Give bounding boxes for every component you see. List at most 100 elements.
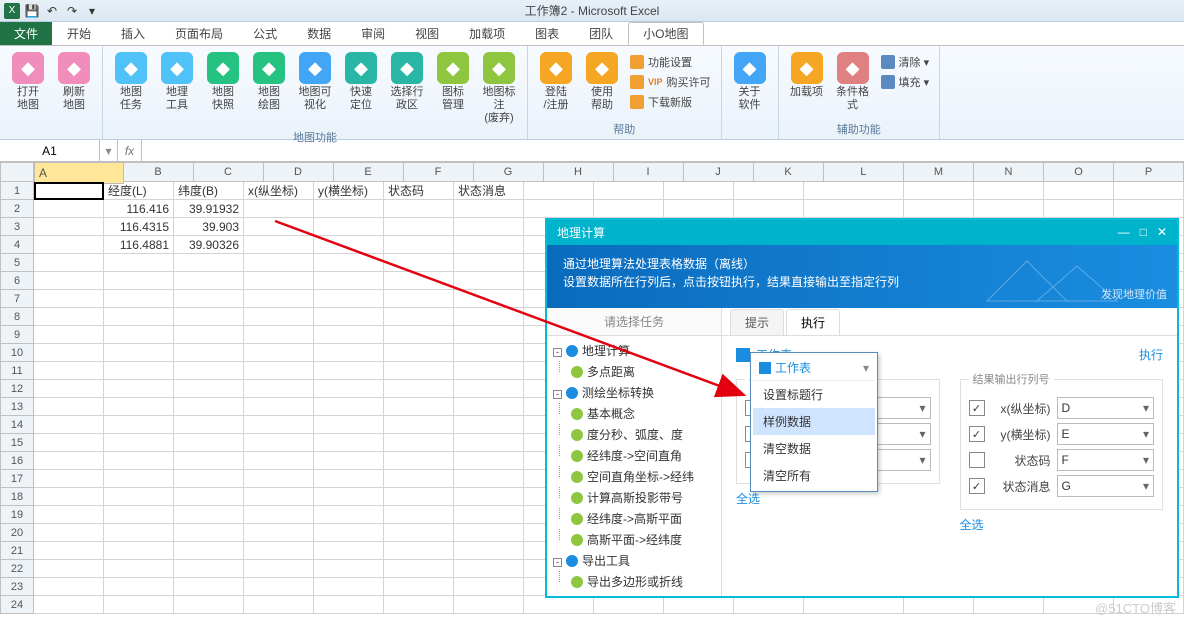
fx-icon[interactable]: fx bbox=[118, 140, 142, 161]
name-box-input[interactable] bbox=[6, 144, 93, 158]
cell[interactable] bbox=[974, 182, 1044, 200]
cell[interactable] bbox=[34, 542, 104, 560]
cell[interactable] bbox=[1114, 200, 1184, 218]
cell[interactable] bbox=[384, 416, 454, 434]
cell[interactable] bbox=[314, 596, 384, 614]
cell[interactable]: x(纵坐标) bbox=[244, 182, 314, 200]
cell[interactable] bbox=[174, 344, 244, 362]
cell[interactable] bbox=[244, 506, 314, 524]
select[interactable]: G▾ bbox=[1057, 475, 1155, 497]
ribbon-btn[interactable]: ◆登陆/注册 bbox=[534, 50, 578, 119]
cell[interactable] bbox=[804, 182, 904, 200]
cell[interactable] bbox=[34, 326, 104, 344]
cell[interactable] bbox=[104, 254, 174, 272]
cell[interactable] bbox=[454, 506, 524, 524]
file-tab[interactable]: 文件 bbox=[0, 22, 52, 45]
cell[interactable] bbox=[174, 254, 244, 272]
cell[interactable] bbox=[34, 416, 104, 434]
cell[interactable] bbox=[34, 272, 104, 290]
cell[interactable] bbox=[174, 362, 244, 380]
cell[interactable] bbox=[454, 344, 524, 362]
undo-icon[interactable]: ↶ bbox=[44, 3, 60, 19]
ribbon-btn[interactable]: ◆地图快照 bbox=[201, 50, 245, 127]
ribbon-small-item[interactable]: VIP购买许可 bbox=[630, 72, 711, 92]
col-header[interactable]: N bbox=[974, 162, 1044, 182]
cell[interactable] bbox=[454, 218, 524, 236]
tree-node[interactable]: -地理计算 bbox=[549, 340, 719, 361]
cell[interactable] bbox=[244, 200, 314, 218]
select-all-right[interactable]: 全选 bbox=[960, 516, 1164, 533]
cell[interactable] bbox=[664, 200, 734, 218]
col-header[interactable]: D bbox=[264, 162, 334, 182]
cell[interactable] bbox=[174, 452, 244, 470]
cell[interactable] bbox=[244, 344, 314, 362]
cell[interactable] bbox=[104, 434, 174, 452]
cell[interactable] bbox=[34, 578, 104, 596]
cell[interactable]: 116.416 bbox=[104, 200, 174, 218]
name-box[interactable] bbox=[0, 140, 100, 161]
ribbon-small-item[interactable]: 清除 ▾ bbox=[881, 52, 930, 72]
row-header[interactable]: 19 bbox=[0, 506, 34, 524]
cell[interactable] bbox=[34, 254, 104, 272]
ribbon-btn[interactable]: ◆关于软件 bbox=[728, 50, 772, 135]
cell[interactable] bbox=[384, 434, 454, 452]
tree-node[interactable]: -测绘坐标转换 bbox=[549, 382, 719, 403]
cell[interactable] bbox=[104, 380, 174, 398]
cell[interactable] bbox=[244, 236, 314, 254]
cell[interactable] bbox=[174, 380, 244, 398]
checkbox[interactable]: ✓ bbox=[969, 426, 985, 442]
tree-leaf[interactable]: 经纬度->空间直角 bbox=[549, 445, 719, 466]
cell[interactable] bbox=[174, 506, 244, 524]
ribbon-btn[interactable]: ◆地图标注(废弃) bbox=[477, 50, 521, 127]
cell[interactable] bbox=[104, 272, 174, 290]
cell[interactable] bbox=[104, 398, 174, 416]
cell[interactable] bbox=[594, 596, 664, 614]
cell[interactable] bbox=[244, 308, 314, 326]
row-header[interactable]: 5 bbox=[0, 254, 34, 272]
cell[interactable] bbox=[174, 596, 244, 614]
ribbon-btn[interactable]: ◆快速定位 bbox=[339, 50, 383, 127]
row-header[interactable]: 4 bbox=[0, 236, 34, 254]
cell[interactable] bbox=[974, 200, 1044, 218]
cell[interactable] bbox=[664, 182, 734, 200]
cell[interactable]: 纬度(B) bbox=[174, 182, 244, 200]
cell[interactable] bbox=[244, 524, 314, 542]
cell[interactable] bbox=[104, 524, 174, 542]
cell[interactable] bbox=[524, 200, 594, 218]
cell[interactable] bbox=[454, 272, 524, 290]
cell[interactable] bbox=[34, 290, 104, 308]
col-header[interactable]: O bbox=[1044, 162, 1114, 182]
cell[interactable] bbox=[314, 344, 384, 362]
cell[interactable] bbox=[314, 434, 384, 452]
cell[interactable] bbox=[384, 200, 454, 218]
cell[interactable] bbox=[104, 506, 174, 524]
cell[interactable] bbox=[454, 434, 524, 452]
cell[interactable]: 状态消息 bbox=[454, 182, 524, 200]
cell[interactable] bbox=[34, 236, 104, 254]
cell[interactable] bbox=[594, 182, 664, 200]
select[interactable]: E▾ bbox=[1057, 423, 1155, 445]
tree-leaf[interactable]: 高斯平面->经纬度 bbox=[549, 529, 719, 550]
ribbon-btn[interactable]: ◆图标管理 bbox=[431, 50, 475, 127]
cell[interactable] bbox=[314, 308, 384, 326]
cell[interactable]: 经度(L) bbox=[104, 182, 174, 200]
ribbon-small-item[interactable]: 下载新版 bbox=[630, 92, 711, 112]
cell[interactable] bbox=[314, 200, 384, 218]
maximize-icon[interactable]: □ bbox=[1140, 225, 1147, 239]
cell[interactable] bbox=[174, 398, 244, 416]
cell[interactable] bbox=[244, 398, 314, 416]
cell[interactable] bbox=[384, 236, 454, 254]
cell[interactable] bbox=[34, 344, 104, 362]
cell[interactable] bbox=[244, 290, 314, 308]
cell[interactable] bbox=[1044, 200, 1114, 218]
row-header[interactable]: 13 bbox=[0, 398, 34, 416]
ribbon-btn[interactable]: ◆加载项 bbox=[785, 50, 829, 119]
cell[interactable] bbox=[904, 200, 974, 218]
cell[interactable] bbox=[314, 272, 384, 290]
cell[interactable] bbox=[174, 578, 244, 596]
cell[interactable] bbox=[104, 308, 174, 326]
cell[interactable] bbox=[384, 398, 454, 416]
tab-视图[interactable]: 视图 bbox=[400, 22, 454, 45]
cell[interactable] bbox=[454, 560, 524, 578]
col-header[interactable]: L bbox=[824, 162, 905, 182]
